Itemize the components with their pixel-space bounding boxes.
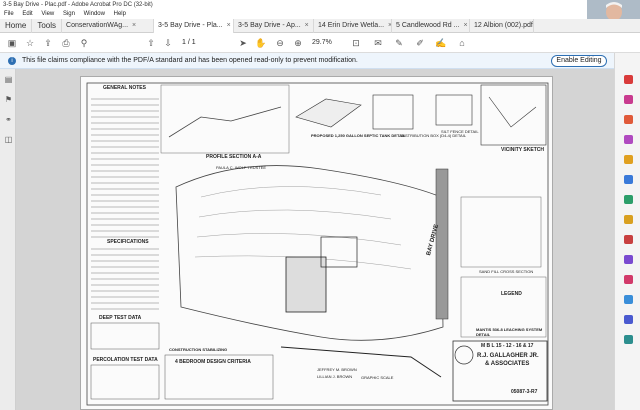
drawing-number: 05087-3-R7 [511, 389, 538, 395]
pen-icon[interactable]: ✎ [393, 37, 405, 49]
page-number-field[interactable]: 1 / 1 [182, 38, 212, 48]
leaching-detail-label: MANTIS 536-8 LEACHING SYSTEM DETAIL [476, 327, 543, 337]
firm-name-suffix: & ASSOCIATES [485, 361, 530, 367]
legend-label: LEGEND [501, 291, 522, 297]
share-icon[interactable] [624, 315, 633, 324]
page-up-icon[interactable]: ⇧ [145, 37, 157, 49]
tab-conservation[interactable]: ConservationWAg... × [62, 19, 155, 33]
tab-3-5-bay-drive-plac[interactable]: 3-5 Bay Drive - Pla... × [154, 19, 235, 33]
construction-label: CONSTRUCTION STABILIZING [169, 347, 228, 352]
tab-tools-label: Tools [37, 21, 57, 30]
info-icon: i [8, 57, 16, 65]
menu-sign[interactable]: Sign [63, 11, 75, 17]
sand-fill-label: SAND FILL CROSS SECTION [479, 269, 534, 274]
close-icon[interactable]: × [463, 22, 467, 29]
tab-label: 3-5 Bay Drive - Pla... [158, 22, 223, 29]
tab-5-candlewood[interactable]: 5 Candlewood Rd ... × [392, 19, 471, 33]
mbl-label: M B L 15 - 12 - 16 & 17 [481, 343, 534, 349]
upload-icon[interactable]: ⇪ [42, 37, 54, 49]
pdf-page: GENERAL NOTES SPECIFICATIONS DEEP TEST D… [80, 76, 553, 410]
select-cursor-icon[interactable]: ➤ [237, 37, 249, 49]
protect-icon[interactable] [624, 255, 633, 264]
menu-view[interactable]: View [41, 11, 54, 17]
scan-ocr-icon[interactable] [624, 235, 633, 244]
tab-label: 5 Candlewood Rd ... [396, 22, 460, 29]
tab-3-5-bay-drive-ap[interactable]: 3-5 Bay Drive - Ap... × [234, 19, 315, 33]
owner-label: JEFFREY M. BROWN [317, 367, 357, 372]
deep-test-heading: DEEP TEST DATA [99, 315, 142, 321]
sign-icon[interactable]: ✍ [435, 37, 447, 49]
close-icon[interactable]: × [227, 22, 231, 29]
pages-icon[interactable]: ▤ [4, 75, 13, 84]
search-icon[interactable]: ⚲ [78, 37, 90, 49]
tab-home[interactable]: Home [0, 19, 33, 33]
combine-files-icon[interactable] [624, 135, 633, 144]
septic-detail-label: PROPOSED 1,250 GALLON SEPTIC TANK DETAIL [311, 133, 406, 138]
design-criteria-label: 4 BEDROOM DESIGN CRITERIA [175, 359, 251, 365]
general-notes-heading: GENERAL NOTES [103, 85, 146, 91]
create-pdf-icon[interactable] [624, 115, 633, 124]
pdfa-notice-bar: i This file claims compliance with the P… [0, 53, 614, 69]
page-current: 1 [182, 39, 186, 46]
close-icon[interactable]: × [132, 22, 136, 29]
comment-tool-icon[interactable] [624, 155, 633, 164]
right-tools-pane [614, 53, 640, 410]
owner-label: LILLIAN J. BROWN [317, 374, 353, 379]
specifications-heading: SPECIFICATIONS [107, 239, 149, 245]
left-navigation-rail: ▤ ⚑ ⚭ ◫ [0, 69, 16, 410]
bookmarks-icon[interactable]: ⚑ [4, 95, 13, 104]
fill-sign-icon[interactable] [624, 195, 633, 204]
notice-text: This file claims compliance with the PDF… [22, 57, 358, 64]
owner-label: PAULA C. WOLF TRUSTEE [216, 165, 267, 170]
print-icon[interactable]: ⎙ [60, 37, 72, 49]
export-pdf-icon[interactable] [624, 75, 633, 84]
enable-editing-button[interactable]: Enable Editing [551, 55, 607, 67]
zoom-in-icon[interactable]: ⊕ [292, 37, 304, 49]
silt-fence-label: SILT FENCE DETAIL [441, 129, 479, 134]
save-icon[interactable]: ▣ [6, 37, 18, 49]
send-for-comments-icon[interactable] [624, 215, 633, 224]
close-icon[interactable]: × [305, 22, 309, 29]
profile-section-label: PROFILE SECTION A-A [206, 154, 262, 160]
hand-tool-icon[interactable]: ✋ [255, 37, 267, 49]
firm-name: R.J. GALLAGHER JR. [477, 353, 539, 359]
prepare-form-icon[interactable] [624, 275, 633, 284]
perc-test-heading: PERCOLATION TEST DATA [93, 357, 158, 363]
stamp-icon[interactable]: ⌂ [456, 37, 468, 49]
menu-window[interactable]: Window [84, 11, 105, 17]
graphic-scale-label: GRAPHIC SCALE [361, 375, 394, 380]
menu-file[interactable]: File [4, 11, 14, 17]
tab-tools[interactable]: Tools [32, 19, 63, 33]
menu-help[interactable]: Help [114, 11, 126, 17]
request-signature-icon[interactable] [624, 295, 633, 304]
vicinity-sketch-label: VICINITY SKETCH [501, 147, 544, 153]
attachments-icon[interactable]: ⚭ [4, 115, 13, 124]
organize-pages-icon[interactable] [624, 175, 633, 184]
tab-bar: Home Tools ConservationWAg... × 3-5 Bay D… [0, 19, 640, 33]
zoom-out-icon[interactable]: ⊖ [274, 37, 286, 49]
tab-label: ConservationWAg... [66, 22, 129, 29]
window-title: 3-5 Bay Drive - Plac.pdf - Adobe Acrobat… [0, 0, 640, 10]
bookmark-star-icon[interactable]: ☆ [24, 37, 36, 49]
tab-home-label: Home [5, 21, 27, 30]
layers-icon[interactable]: ◫ [4, 135, 13, 144]
more-tools-icon[interactable] [624, 335, 633, 344]
fit-page-icon[interactable]: ⊡ [350, 37, 362, 49]
zoom-level[interactable]: 29.7% [312, 38, 340, 48]
edit-pdf-icon[interactable] [624, 95, 633, 104]
tab-12-albion[interactable]: 12 Albion (002).pdf× [470, 19, 535, 33]
tab-label: 3-5 Bay Drive - Ap... [238, 22, 301, 29]
tab-label: 14 Erin Drive Wetla... [318, 22, 385, 29]
highlight-icon[interactable]: ✐ [414, 37, 426, 49]
tab-14-erin-drive[interactable]: 14 Erin Drive Wetla... × [314, 19, 393, 33]
comment-icon[interactable]: ✉ [372, 37, 384, 49]
menu-edit[interactable]: Edit [22, 11, 32, 17]
page-total: / 1 [187, 39, 196, 46]
page-down-icon[interactable]: ⇩ [162, 37, 174, 49]
tab-label: 12 Albion (002).pdf [474, 22, 533, 29]
toolbar: ▣ ☆ ⇪ ⎙ ⚲ ⇧ ⇩ 1 / 1 ➤ ✋ ⊖ ⊕ 29.7% ⊡ ✉ ✎ … [0, 33, 640, 53]
menu-bar: File Edit View Sign Window Help [0, 10, 640, 19]
